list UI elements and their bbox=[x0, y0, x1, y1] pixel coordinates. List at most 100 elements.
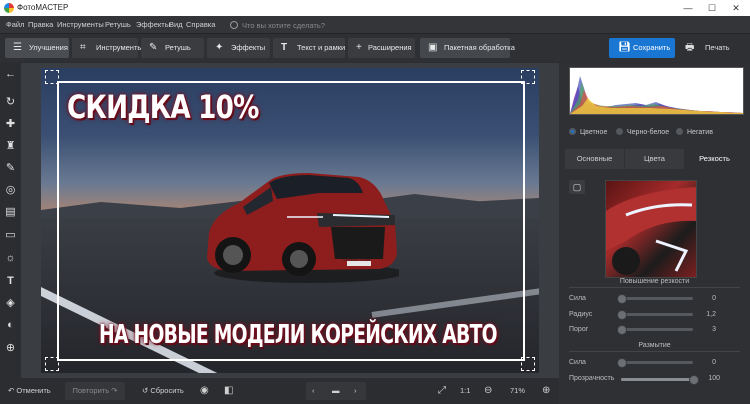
tab-retouch[interactable]: ✎ Ретушь bbox=[141, 38, 204, 58]
promo-headline[interactable]: СКИДКА 10% bbox=[67, 88, 259, 126]
sliders-icon: ☰ bbox=[13, 42, 22, 53]
slider-value: 0 bbox=[712, 359, 716, 366]
slider-handle[interactable] bbox=[689, 375, 699, 385]
slider-value: 100 bbox=[708, 375, 720, 382]
brush-tool-icon[interactable]: ✎ bbox=[3, 161, 18, 176]
eye-icon[interactable]: ◉ bbox=[200, 382, 209, 400]
undo-button[interactable]: ↶ Отменить bbox=[8, 382, 51, 400]
menu-view[interactable]: Вид bbox=[169, 20, 183, 29]
slider-handle[interactable] bbox=[617, 358, 627, 368]
menu-file[interactable]: Файл bbox=[6, 20, 24, 29]
title-bar: ФотоМАСТЕР — ☐ ✕ bbox=[0, 0, 750, 16]
left-toolbar: ← ↻ ✚ ♜ ✎ ◎ ▤ ▭ ☼ T ◈ ◐ ⊕ bbox=[0, 63, 21, 378]
crop-handle[interactable] bbox=[521, 70, 535, 84]
blur-strength-slider[interactable] bbox=[617, 358, 693, 368]
slider-value: 0 bbox=[712, 295, 716, 302]
tab-tools[interactable]: ⌗ Инструменты bbox=[72, 38, 143, 58]
stamp-icon[interactable]: ♜ bbox=[3, 139, 18, 154]
bottom-bar: ↶ Отменить Повторить ↷ ↺ Сбросить ◉ ◧ ‹ … bbox=[0, 378, 559, 404]
vignette-icon[interactable]: ▭ bbox=[3, 228, 18, 243]
reset-label: Сбросить bbox=[150, 386, 184, 395]
slider-label: Порог bbox=[569, 326, 589, 333]
tab-colors[interactable]: Цвета bbox=[625, 149, 684, 169]
save-label: Сохранить bbox=[633, 43, 671, 52]
redo-button[interactable]: Повторить ↷ bbox=[65, 382, 125, 400]
promo-subline[interactable]: НА НОВЫЕ МОДЕЛИ КОРЕЙСКИХ АВТО bbox=[99, 320, 498, 350]
slider-value: 3 bbox=[712, 326, 716, 333]
mode-label: Цветное bbox=[580, 129, 608, 136]
sharpen-section-title: Повышение резкости bbox=[619, 278, 690, 285]
mode-color[interactable]: Цветное bbox=[569, 127, 607, 136]
sharpen-threshold-slider[interactable] bbox=[617, 325, 693, 335]
tab-text-frames[interactable]: T Текст и рамки bbox=[273, 38, 345, 58]
reset-button[interactable]: ↺ Сбросить bbox=[142, 382, 184, 400]
tab-effects[interactable]: ✦ Эффекты bbox=[207, 38, 270, 58]
tab-sharpness[interactable]: Резкость bbox=[685, 149, 744, 169]
healing-patch-icon[interactable]: ✚ bbox=[3, 117, 18, 132]
canvas-area[interactable]: TUCSON TF-LINE СКИДКА 10% НА НОВЫЕ МОДЕЛ… bbox=[21, 63, 559, 378]
mode-bw[interactable]: Черно-белое bbox=[616, 127, 669, 136]
slider-handle[interactable] bbox=[617, 310, 627, 320]
tab-extensions[interactable]: + Расширения bbox=[348, 38, 415, 58]
histogram bbox=[569, 67, 744, 115]
command-search[interactable]: Что вы хотите сделать? bbox=[230, 20, 325, 30]
brush-icon: ✎ bbox=[149, 42, 158, 53]
tab-label: Инструменты bbox=[96, 43, 143, 52]
sharpness-preview bbox=[605, 180, 697, 278]
close-button[interactable]: ✕ bbox=[724, 0, 748, 16]
print-button[interactable]: 🖶︎ Печать bbox=[679, 38, 745, 58]
back-arrow-icon[interactable]: ← bbox=[3, 67, 18, 82]
slider-handle[interactable] bbox=[617, 294, 627, 304]
color-picker-icon[interactable]: ◐ bbox=[3, 318, 18, 333]
reset-icon: ↺ bbox=[142, 386, 149, 395]
undo-label: Отменить bbox=[16, 386, 51, 395]
crop-handle[interactable] bbox=[521, 357, 535, 371]
tab-label: Пакетная обработка bbox=[444, 43, 515, 52]
fit-screen-icon[interactable]: ⤢ bbox=[438, 382, 446, 400]
next-icon[interactable]: › bbox=[354, 382, 357, 400]
slider-label: Прозрачность bbox=[569, 375, 615, 382]
blur-opacity-slider[interactable] bbox=[621, 375, 699, 385]
menu-edit[interactable]: Правка bbox=[28, 20, 53, 29]
prev-icon[interactable]: ‹ bbox=[312, 382, 315, 400]
folder-icon[interactable]: ▬ bbox=[332, 382, 340, 400]
save-icon: 💾︎ bbox=[618, 42, 631, 53]
radial-filter-icon[interactable]: ◎ bbox=[3, 183, 18, 198]
sharpen-strength-slider[interactable] bbox=[617, 294, 693, 304]
zoom-out-icon[interactable]: ⊖ bbox=[484, 382, 492, 400]
slider-label: Сила bbox=[569, 359, 586, 366]
text-tool-icon[interactable]: T bbox=[3, 274, 18, 289]
menu-retouch[interactable]: Ретушь bbox=[105, 20, 131, 29]
gradient-filter-icon[interactable]: ▤ bbox=[3, 205, 18, 220]
target-icon[interactable]: ⊕ bbox=[3, 341, 18, 356]
compare-tooltip-icon[interactable]: ▢ bbox=[569, 180, 585, 194]
light-icon[interactable]: ☼ bbox=[3, 251, 18, 266]
histogram-graph bbox=[570, 76, 743, 114]
menu-tools[interactable]: Инструменты bbox=[57, 20, 104, 29]
mode-negative[interactable]: Негатив bbox=[676, 127, 713, 136]
maximize-button[interactable]: ☐ bbox=[700, 0, 724, 16]
paint-bucket-icon[interactable]: ◈ bbox=[3, 296, 18, 311]
tab-batch[interactable]: ▣ Пакетная обработка bbox=[420, 38, 515, 58]
zoom-in-icon[interactable]: ⊕ bbox=[542, 382, 550, 400]
save-button[interactable]: 💾︎ Сохранить bbox=[609, 38, 675, 58]
undo-icon: ↶ bbox=[8, 386, 15, 395]
rotate-icon[interactable]: ↻ bbox=[3, 95, 18, 110]
divider bbox=[569, 287, 740, 288]
crop-handle[interactable] bbox=[45, 70, 59, 84]
tab-label: Ретушь bbox=[165, 43, 191, 52]
tab-basic[interactable]: Основные bbox=[565, 149, 624, 169]
zoom-1to1-button[interactable]: 1:1 bbox=[460, 382, 470, 400]
compare-icon[interactable]: ◧ bbox=[224, 382, 233, 400]
window-title: ФотоМАСТЕР bbox=[17, 3, 69, 12]
magic-wand-icon: ✦ bbox=[215, 42, 224, 53]
crop-handle[interactable] bbox=[45, 357, 59, 371]
menu-effects[interactable]: Эффекты bbox=[136, 20, 170, 29]
photo-preview[interactable]: TUCSON TF-LINE СКИДКА 10% НА НОВЫЕ МОДЕЛ… bbox=[41, 68, 539, 373]
tab-enhancements[interactable]: ☰ Улучшения bbox=[5, 38, 69, 58]
redo-icon: ↷ bbox=[111, 386, 118, 395]
menu-help[interactable]: Справка bbox=[186, 20, 215, 29]
minimize-button[interactable]: — bbox=[676, 0, 700, 16]
slider-handle[interactable] bbox=[617, 325, 627, 335]
sharpen-radius-slider[interactable] bbox=[617, 310, 693, 320]
